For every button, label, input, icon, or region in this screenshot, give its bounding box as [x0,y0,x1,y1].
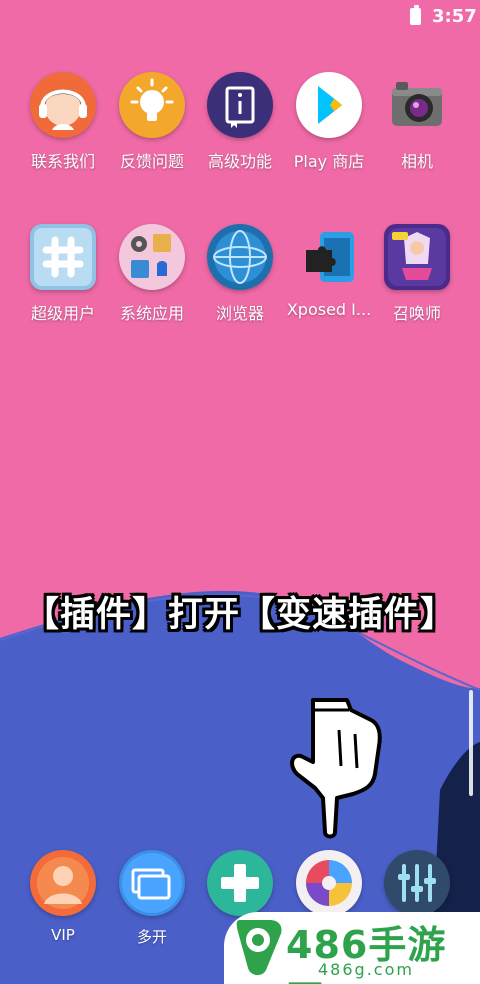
info-book-icon [207,72,273,138]
app-label: VIP [51,926,75,944]
equalizer-icon [384,850,450,916]
camera-icon [384,72,450,138]
multi-window-icon [119,850,185,916]
app-summoner[interactable]: 召唤师 [372,224,462,324]
app-label: 多开 [136,928,167,946]
plugin-puzzle-icon [296,850,362,916]
app-label: 联系我们 [30,152,95,171]
hash-icon [30,224,96,290]
app-feedback[interactable]: 反馈问题 [107,72,197,172]
app-label: 高级功能 [207,152,272,171]
home-screen: 3:57 联系我们 反馈问题 高级功能 Play 商店 相机 超级用户 系统应用… [0,0,480,984]
app-label: 浏览器 [215,304,264,323]
vip-user-icon [30,850,96,916]
app-label: 系统应用 [119,304,184,323]
app-label: 反馈问题 [119,152,184,171]
app-play-store[interactable]: Play 商店 [284,72,374,172]
app-label: 召唤师 [392,304,441,323]
scrollbar[interactable] [469,690,473,796]
app-xposed[interactable]: Xposed I... [284,224,374,319]
app-superuser[interactable]: 超级用户 [18,224,108,324]
play-store-icon [296,72,362,138]
lightbulb-icon [119,72,185,138]
instruction-caption: 【插件】打开【变速插件】 [23,595,456,635]
system-apps-icon [119,224,185,290]
app-system-apps[interactable]: 系统应用 [107,224,197,324]
add-icon [207,850,273,916]
dock-multi-open[interactable]: 多开 [107,850,197,947]
watermark-url: 486g.com [318,960,414,979]
app-label: Xposed I... [286,300,372,319]
app-label: 超级用户 [30,304,95,323]
headset-person-icon [30,72,96,138]
status-time: 3:57 [432,6,477,27]
app-label: 相机 [400,152,433,171]
globe-icon [207,224,273,290]
status-bar: 3:57 [0,0,480,34]
app-label: Play 商店 [293,152,365,171]
pointing-hand-icon [290,698,382,839]
watermark-logo-icon [236,920,282,976]
app-camera[interactable]: 相机 [372,72,462,172]
app-advanced[interactable]: 高级功能 [195,72,285,172]
app-contact-us[interactable]: 联系我们 [18,72,108,172]
game-icon [384,224,450,290]
app-browser[interactable]: 浏览器 [195,224,285,324]
puzzle-icon [296,224,362,290]
dock-vip[interactable]: VIP [18,850,108,944]
battery-icon [410,5,421,25]
